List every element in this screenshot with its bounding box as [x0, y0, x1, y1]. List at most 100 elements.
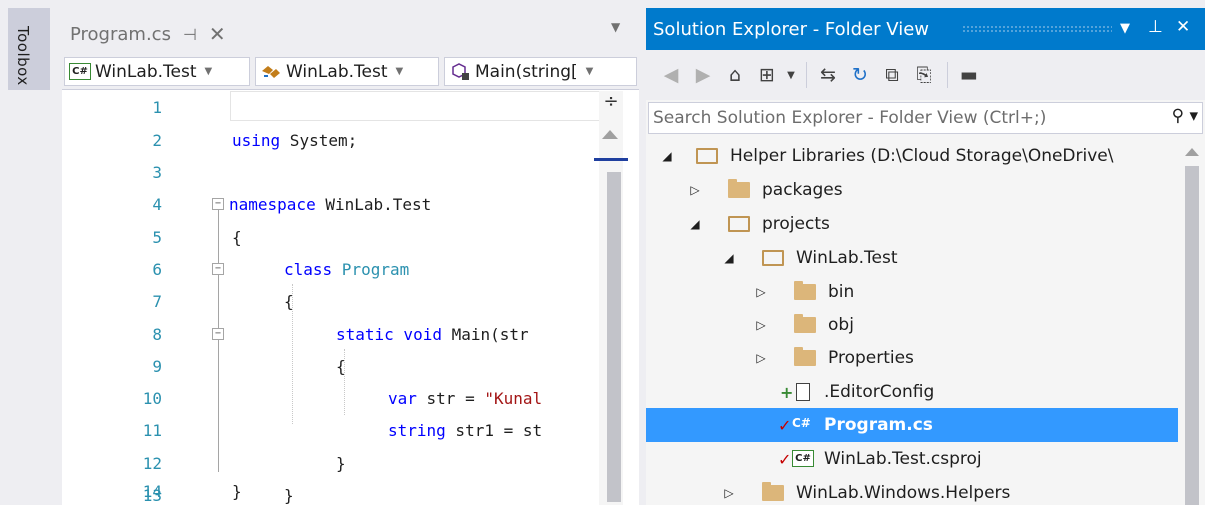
chevron-down-icon[interactable]: ▼	[784, 60, 798, 90]
code-editor-pane: Program.cs ⊣ ✕ ▼ C# WinLab.Test ▼ WinLab…	[62, 8, 639, 505]
member-dropdown[interactable]: Main(string[ ▼	[444, 57, 637, 86]
properties-icon[interactable]: ▬	[954, 60, 984, 90]
show-all-files-icon[interactable]: ⎘	[909, 60, 939, 90]
open-folder-icon	[728, 216, 750, 232]
type-scope-dropdown[interactable]: WinLab.Test ▼	[255, 57, 439, 86]
project-dropdown[interactable]: C# WinLab.Test ▼	[64, 57, 250, 86]
pin-tab-icon[interactable]: ⊣	[183, 25, 197, 44]
tab-list-dropdown-icon[interactable]: ▼	[611, 20, 620, 34]
code-line: 9 {	[62, 350, 599, 382]
keyword-token: namespace	[229, 194, 316, 214]
refresh-icon[interactable]: ↻	[845, 60, 875, 90]
scroll-up-arrow-icon[interactable]	[1185, 148, 1199, 156]
code-text-area[interactable]: 1 2 using System; 3 4 − namespace WinLab…	[62, 91, 600, 505]
member-label: Main(string[	[475, 61, 578, 82]
pending-add-icon: +	[780, 382, 794, 402]
solution-explorer-title: Solution Explorer - Folder View	[653, 18, 929, 40]
toolbox-tab[interactable]: Toolbox	[8, 8, 50, 90]
expanded-arrow-icon[interactable]: ◢	[722, 251, 736, 265]
collapsed-arrow-icon[interactable]: ▷	[722, 486, 736, 500]
search-placeholder: Search Solution Explorer - Folder View (…	[653, 108, 1047, 128]
solution-tree: ◢ Helper Libraries (D:\Cloud Storage\One…	[646, 136, 1178, 505]
chevron-down-icon: ▼	[395, 66, 404, 77]
back-icon[interactable]: ◀	[656, 60, 686, 90]
tab-title: Program.cs	[70, 23, 171, 45]
split-window-icon[interactable]: ÷	[599, 91, 623, 115]
sync-with-active-document-icon[interactable]: ⇆	[813, 60, 843, 90]
tree-node-program-cs[interactable]: ✓ C# Program.cs	[646, 408, 1178, 442]
pane-splitter[interactable]	[639, 0, 646, 505]
type-scope-label: WinLab.Test	[286, 61, 388, 82]
auto-hide-pin-icon[interactable]: ⊥	[1148, 17, 1163, 37]
code-token: System;	[280, 130, 358, 150]
class-icon	[262, 65, 280, 78]
code-line: 1	[62, 91, 599, 123]
tree-node-properties[interactable]: ▷ Properties	[646, 341, 1178, 375]
tree-node-packages[interactable]: ▷ packages	[646, 173, 1178, 207]
toolbar-separator	[806, 62, 807, 88]
collapse-region-icon[interactable]: −	[212, 198, 224, 210]
line-number: 5	[152, 227, 162, 247]
toolbox-label: Toolbox	[14, 26, 32, 86]
tree-node-label: WinLab.Windows.Helpers	[796, 483, 1011, 503]
tree-node-editorconfig[interactable]: + .EditorConfig	[646, 375, 1178, 409]
solution-explorer-title-bar[interactable]: Solution Explorer - Folder View ▼ ⊥ ✕	[646, 8, 1205, 50]
tree-node-projects[interactable]: ◢ projects	[646, 207, 1178, 241]
tree-node-bin[interactable]: ▷ bin	[646, 275, 1178, 309]
toolbox-panel: Toolbox	[0, 0, 56, 505]
title-grip	[962, 25, 1112, 33]
expanded-arrow-icon[interactable]: ◢	[660, 149, 674, 163]
code-token: {	[232, 227, 242, 247]
solution-explorer-scroll-thumb[interactable]	[1185, 166, 1199, 505]
expanded-arrow-icon[interactable]: ◢	[688, 217, 702, 231]
code-line: 8 − static void Main(str	[62, 318, 599, 350]
chevron-down-icon: ▼	[204, 66, 213, 77]
tab-program-cs[interactable]: Program.cs ⊣ ✕	[62, 16, 234, 52]
keyword-token: var	[388, 388, 417, 408]
caret-position-marker	[594, 158, 628, 161]
switch-views-icon[interactable]: ⊞	[752, 60, 782, 90]
code-line: 12 }	[62, 447, 599, 479]
close-icon[interactable]: ✕	[1176, 17, 1190, 37]
editor-scroll-thumb[interactable]	[607, 172, 621, 502]
collapsed-arrow-icon[interactable]: ▷	[688, 183, 702, 197]
checked-in-icon: ✓	[778, 415, 792, 435]
collapse-all-icon[interactable]: ⧉	[877, 60, 907, 90]
tree-node-obj[interactable]: ▷ obj	[646, 308, 1178, 342]
code-token: {	[336, 356, 346, 376]
collapsed-arrow-icon[interactable]: ▷	[754, 351, 768, 365]
folder-icon	[794, 347, 816, 366]
scroll-up-arrow-icon[interactable]	[602, 130, 618, 139]
folder-icon	[728, 179, 750, 198]
file-icon	[796, 383, 810, 401]
search-icon[interactable]: ⚲ ▾	[1172, 106, 1198, 126]
csharp-file-icon: C#	[792, 416, 811, 430]
tree-node-label: Helper Libraries (D:\Cloud Storage\OneDr…	[730, 146, 1114, 166]
tree-node-csproj[interactable]: ✓ C# WinLab.Test.csproj	[646, 442, 1178, 476]
collapsed-arrow-icon[interactable]: ▷	[754, 285, 768, 299]
window-position-dropdown-icon[interactable]: ▼	[1120, 21, 1130, 36]
home-icon[interactable]: ⌂	[720, 60, 750, 90]
close-tab-icon[interactable]: ✕	[209, 22, 226, 46]
forward-icon[interactable]: ▶	[688, 60, 718, 90]
code-token: {	[284, 291, 294, 311]
chevron-down-icon: ▼	[585, 66, 594, 77]
tree-node-windows-helpers[interactable]: ▷ WinLab.Windows.Helpers	[646, 476, 1178, 505]
tree-node-label: Program.cs	[824, 415, 933, 435]
code-line: 6 − class Program	[62, 253, 599, 285]
tree-node-label: packages	[762, 180, 843, 200]
line-number: 6	[152, 259, 162, 279]
folder-icon	[794, 281, 816, 300]
collapse-region-icon[interactable]: −	[212, 328, 224, 340]
code-line: 7 {	[62, 285, 599, 317]
code-token: Main(str	[441, 324, 529, 344]
open-folder-icon	[762, 250, 784, 266]
solution-explorer-search-input[interactable]: Search Solution Explorer - Folder View (…	[648, 102, 1203, 134]
tree-node-label: projects	[762, 214, 830, 234]
solution-explorer-toolbar: ◀ ▶ ⌂ ⊞ ▼ ⇆ ↻ ⧉ ⎘ ▬	[646, 50, 1205, 100]
collapsed-arrow-icon[interactable]: ▷	[754, 318, 768, 332]
collapse-region-icon[interactable]: −	[212, 263, 224, 275]
tree-node-helper-libraries[interactable]: ◢ Helper Libraries (D:\Cloud Storage\One…	[646, 139, 1178, 173]
csharp-project-icon: C#	[792, 450, 814, 467]
tree-node-winlab-test[interactable]: ◢ WinLab.Test	[646, 241, 1178, 275]
